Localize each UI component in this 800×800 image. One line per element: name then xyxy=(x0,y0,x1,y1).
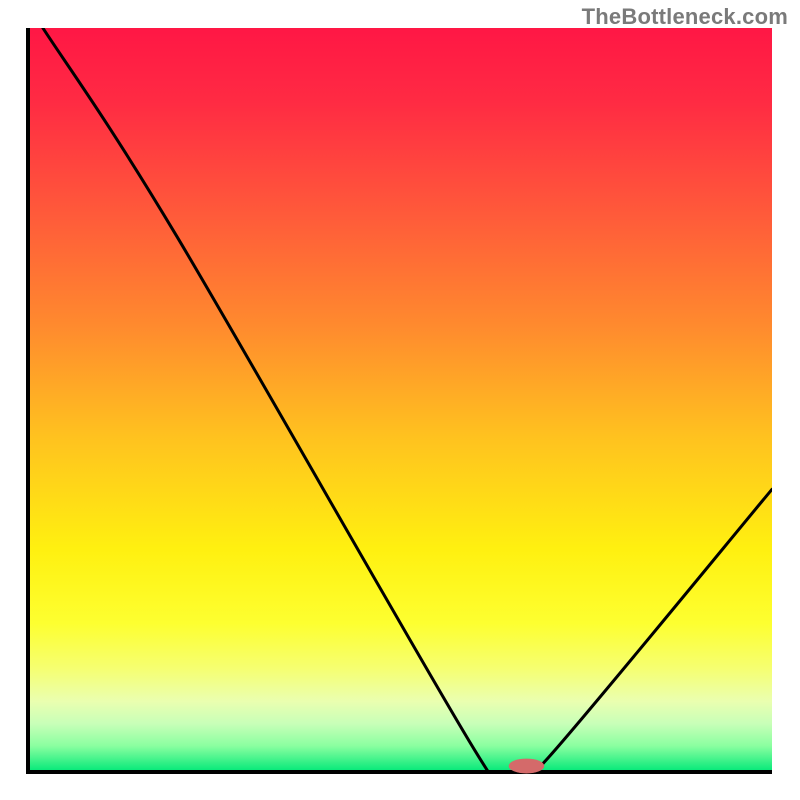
gradient-background xyxy=(28,28,772,772)
watermark-label: TheBottleneck.com xyxy=(582,4,788,30)
chart-svg xyxy=(0,0,800,800)
optimal-marker xyxy=(509,759,545,774)
bottleneck-chart: TheBottleneck.com xyxy=(0,0,800,800)
